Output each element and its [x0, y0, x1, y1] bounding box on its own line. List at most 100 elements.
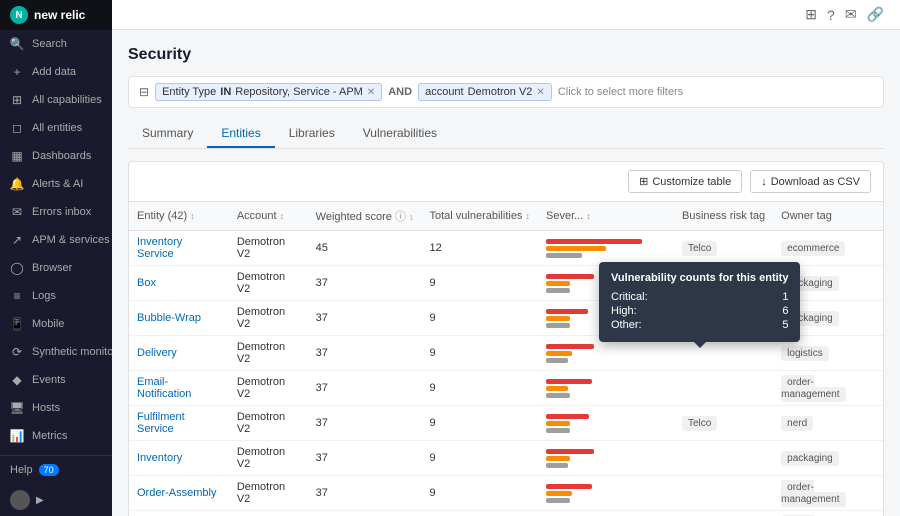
sidebar-item-synthetic[interactable]: ⟳ Synthetic monitoring — [0, 338, 112, 366]
entity-link[interactable]: Email-Notification — [137, 376, 191, 400]
entity-link[interactable]: Order-Assembly — [137, 487, 216, 499]
entity-link[interactable]: Inventory — [137, 452, 182, 464]
other-bar — [546, 428, 570, 433]
info-icon[interactable]: ⓘ — [395, 211, 406, 223]
entity-link[interactable]: Fulfilment Service — [137, 411, 185, 435]
account-sort-icon[interactable]: ↕ — [280, 211, 285, 221]
sidebar-item-errors-inbox[interactable]: ✉ Errors inbox — [0, 198, 112, 226]
cell-entity: Order-Assembly — [129, 476, 229, 511]
tab-entities[interactable]: Entities — [207, 120, 274, 148]
tab-libraries[interactable]: Libraries — [275, 120, 349, 148]
severity-sort-icon[interactable]: ↕ — [586, 211, 591, 221]
entity-link[interactable]: Delivery — [137, 347, 177, 359]
entity-sort-icon[interactable]: ↕ — [190, 211, 195, 221]
col-owner: Owner tag — [773, 202, 883, 231]
high-bar — [546, 281, 570, 286]
account-filter[interactable]: account Demotron V2 ✕ — [418, 83, 552, 101]
cell-biz-risk — [674, 511, 773, 516]
biz-risk-tag: Telco — [682, 241, 717, 256]
entity-type-close-icon[interactable]: ✕ — [367, 87, 375, 98]
help-label[interactable]: Help — [10, 464, 33, 476]
grid-icon: ⊞ — [10, 93, 24, 107]
customize-label: Customize table — [652, 176, 731, 188]
cell-severity — [538, 371, 674, 406]
entity-link[interactable]: Inventory Service — [137, 236, 182, 260]
download-csv-button[interactable]: ↓ Download as CSV — [750, 170, 871, 193]
link-topbar-icon[interactable]: 🔗 — [867, 6, 884, 23]
mail-topbar-icon[interactable]: ✉ — [845, 6, 857, 23]
cell-total-vuln: 12 — [422, 231, 539, 266]
tooltip-title: Vulnerability counts for this entity — [611, 272, 788, 284]
question-topbar-icon[interactable]: ? — [827, 7, 835, 23]
sidebar-item-events[interactable]: ◆ Events — [0, 366, 112, 394]
customize-table-button[interactable]: ⊞ Customize table — [628, 170, 742, 193]
sidebar-label-synthetic: Synthetic monitoring — [32, 346, 112, 358]
owner-tag: order-management — [781, 375, 845, 402]
cell-total-vuln: 9 — [422, 511, 539, 516]
entity-link[interactable]: Bubble-Wrap — [137, 312, 201, 324]
critical-bar — [546, 379, 592, 384]
sidebar-item-dashboards[interactable]: ▦ Dashboards — [0, 142, 112, 170]
col-account: Account ↕ — [229, 202, 308, 231]
account-close-icon[interactable]: ✕ — [536, 87, 544, 98]
critical-bar — [546, 414, 589, 419]
sidebar-item-alerts-ai[interactable]: 🔔 Alerts & AI — [0, 170, 112, 198]
score-sort-icon[interactable]: ↕ — [409, 212, 414, 222]
sidebar-item-browser[interactable]: ◯ Browser — [0, 254, 112, 282]
page-content: Security ⊟ Entity Type IN Repository, Se… — [112, 30, 900, 516]
table-row: Fulfilment Service Demotron V2 37 9 Telc… — [129, 406, 883, 441]
other-bar — [546, 288, 570, 293]
grid-topbar-icon[interactable]: ⊞ — [805, 6, 817, 23]
cell-account: Demotron V2 — [229, 441, 308, 476]
sidebar-item-all-entities[interactable]: ◻ All entities — [0, 114, 112, 142]
filter-bar: ⊟ Entity Type IN Repository, Service - A… — [128, 76, 884, 108]
tab-vulnerabilities[interactable]: Vulnerabilities — [349, 120, 451, 148]
sidebar-item-apm[interactable]: ↗ APM & services — [0, 226, 112, 254]
hosts-icon: 🖥 — [10, 401, 24, 415]
expand-icon[interactable]: ▶ — [36, 495, 44, 506]
cell-entity: Order-Composer — [129, 511, 229, 516]
sidebar-item-all-capabilities[interactable]: ⊞ All capabilities — [0, 86, 112, 114]
cell-biz-risk: Telco — [674, 406, 773, 441]
vuln-bars — [546, 414, 666, 433]
sidebar-item-mobile[interactable]: 📱 Mobile — [0, 310, 112, 338]
entity-link[interactable]: Box — [137, 277, 156, 289]
account-filter-label: account — [425, 86, 464, 98]
sidebar-item-hosts[interactable]: 🖥 Hosts — [0, 394, 112, 422]
other-bar — [546, 463, 568, 468]
col-total-vuln: Total vulnerabilities ↕ — [422, 202, 539, 231]
sidebar-item-logs[interactable]: ≡ Logs — [0, 282, 112, 310]
more-filters-label[interactable]: Click to select more filters — [558, 86, 683, 98]
cell-score: 37 — [308, 301, 422, 336]
sidebar-item-add-data[interactable]: + Add data — [0, 58, 112, 86]
entity-type-filter[interactable]: Entity Type IN Repository, Service - APM… — [155, 83, 382, 101]
vuln-sort-icon[interactable]: ↕ — [526, 211, 531, 221]
high-bar — [546, 316, 570, 321]
sidebar-label-logs: Logs — [32, 290, 56, 302]
critical-bar — [546, 344, 594, 349]
other-bar — [546, 393, 570, 398]
topbar: ⊞ ? ✉ 🔗 — [112, 0, 900, 30]
cell-total-vuln: 9 — [422, 266, 539, 301]
cell-total-vuln: 9 — [422, 371, 539, 406]
sidebar-label-alerts-ai: Alerts & AI — [32, 178, 83, 190]
cell-entity: Fulfilment Service — [129, 406, 229, 441]
plus-icon: + — [10, 65, 24, 79]
vulnerability-tooltip: Vulnerability counts for this entity Cri… — [599, 262, 800, 342]
table-row: Inventory Demotron V2 37 9 packaging — [129, 441, 883, 476]
critical-bar — [546, 449, 594, 454]
tab-summary[interactable]: Summary — [128, 120, 207, 148]
table-row: Email-Notification Demotron V2 37 9 orde… — [129, 371, 883, 406]
cell-score: 45 — [308, 231, 422, 266]
avatar[interactable] — [10, 490, 30, 510]
sidebar-item-search[interactable]: 🔍 Search — [0, 30, 112, 58]
critical-bar — [546, 239, 642, 244]
table-header-row: Entity (42) ↕ Account ↕ Weighted score ⓘ… — [129, 202, 883, 231]
logo-text: new relic — [34, 8, 85, 22]
cell-biz-risk — [674, 371, 773, 406]
sidebar-footer: Help 70 — [0, 455, 112, 484]
sidebar-label-mobile: Mobile — [32, 318, 64, 330]
and-label: AND — [388, 86, 412, 98]
sidebar-item-metrics[interactable]: 📊 Metrics — [0, 422, 112, 450]
mobile-icon: 📱 — [10, 317, 24, 331]
